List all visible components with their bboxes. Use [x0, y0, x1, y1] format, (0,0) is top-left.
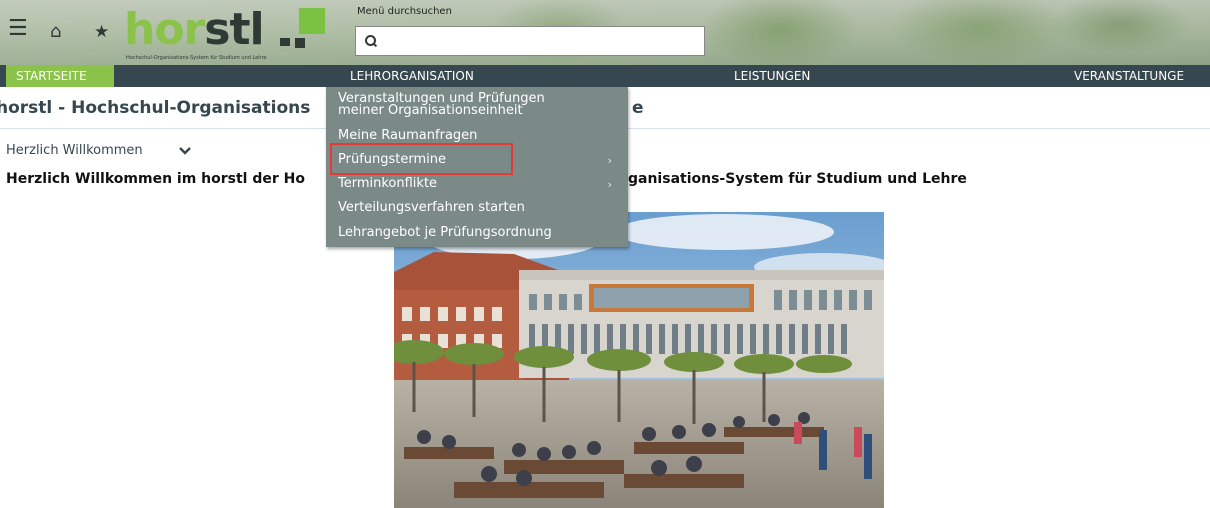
page-title-suffix: e: [632, 98, 644, 118]
menu-icon[interactable]: ☰: [8, 18, 28, 40]
search-icon: [365, 35, 376, 46]
highlight-box: [330, 143, 513, 175]
menu-search-input[interactable]: [355, 26, 705, 56]
campus-photo: [394, 212, 884, 508]
nav-veranstaltungen[interactable]: VERANSTALTUNGE: [1074, 65, 1184, 87]
page-title: horstl - Hochschul-Organisations: [0, 98, 311, 118]
menu-item-terminkonflikte[interactable]: Terminkonflikte ›: [338, 176, 620, 191]
nav-lehrorganisation[interactable]: LEHRORGANISATION: [350, 65, 474, 87]
logo-square-green: [299, 8, 325, 34]
welcome-heading-start: Herzlich Willkommen im horstl der Ho: [6, 171, 305, 187]
logo-tagline: Hochschul-Organisations-System für Studi…: [126, 55, 267, 61]
menu-item-label: Terminkonflikte: [338, 176, 438, 191]
menu-item-veranstaltungen-pruefungen[interactable]: Veranstaltungen und Prüfungen meiner Org…: [338, 92, 545, 118]
menu-item-verteilungsverfahren[interactable]: Verteilungsverfahren starten: [338, 200, 525, 215]
logo-word-stl: stl: [204, 4, 264, 55]
main-navigation: STARTSEITE LEHRORGANISATION LEISTUNGEN V…: [0, 65, 1210, 87]
logo-dash: [280, 38, 290, 46]
welcome-heading-end: ganisations-System für Studium und Lehre: [628, 171, 967, 187]
search-label: Menü durchsuchen: [357, 6, 452, 17]
chevron-right-icon: ›: [607, 178, 612, 191]
menu-item-label-line2: meiner Organisationseinheit: [338, 103, 523, 118]
header-banner: ☰ ⌂ ★ horstl Hochschul-Organisations-Sys…: [0, 0, 1210, 65]
menu-item-raumanfragen[interactable]: Meine Raumanfragen: [338, 128, 477, 143]
logo-square-dark: [295, 38, 305, 48]
logo-word: horstl: [124, 8, 265, 52]
welcome-section-toggle[interactable]: Herzlich Willkommen: [6, 143, 143, 158]
home-icon[interactable]: ⌂: [50, 21, 61, 43]
horstl-logo[interactable]: horstl Hochschul-Organisations-System fü…: [124, 8, 328, 63]
logo-word-hor: hor: [124, 4, 205, 55]
star-icon[interactable]: ★: [94, 21, 109, 43]
chevron-down-icon[interactable]: [178, 146, 192, 156]
nav-leistungen[interactable]: LEISTUNGEN: [734, 65, 810, 87]
nav-startseite[interactable]: STARTSEITE: [6, 65, 114, 87]
chevron-right-icon: ›: [607, 154, 612, 167]
menu-item-lehrangebot[interactable]: Lehrangebot je Prüfungsordnung: [338, 225, 552, 240]
